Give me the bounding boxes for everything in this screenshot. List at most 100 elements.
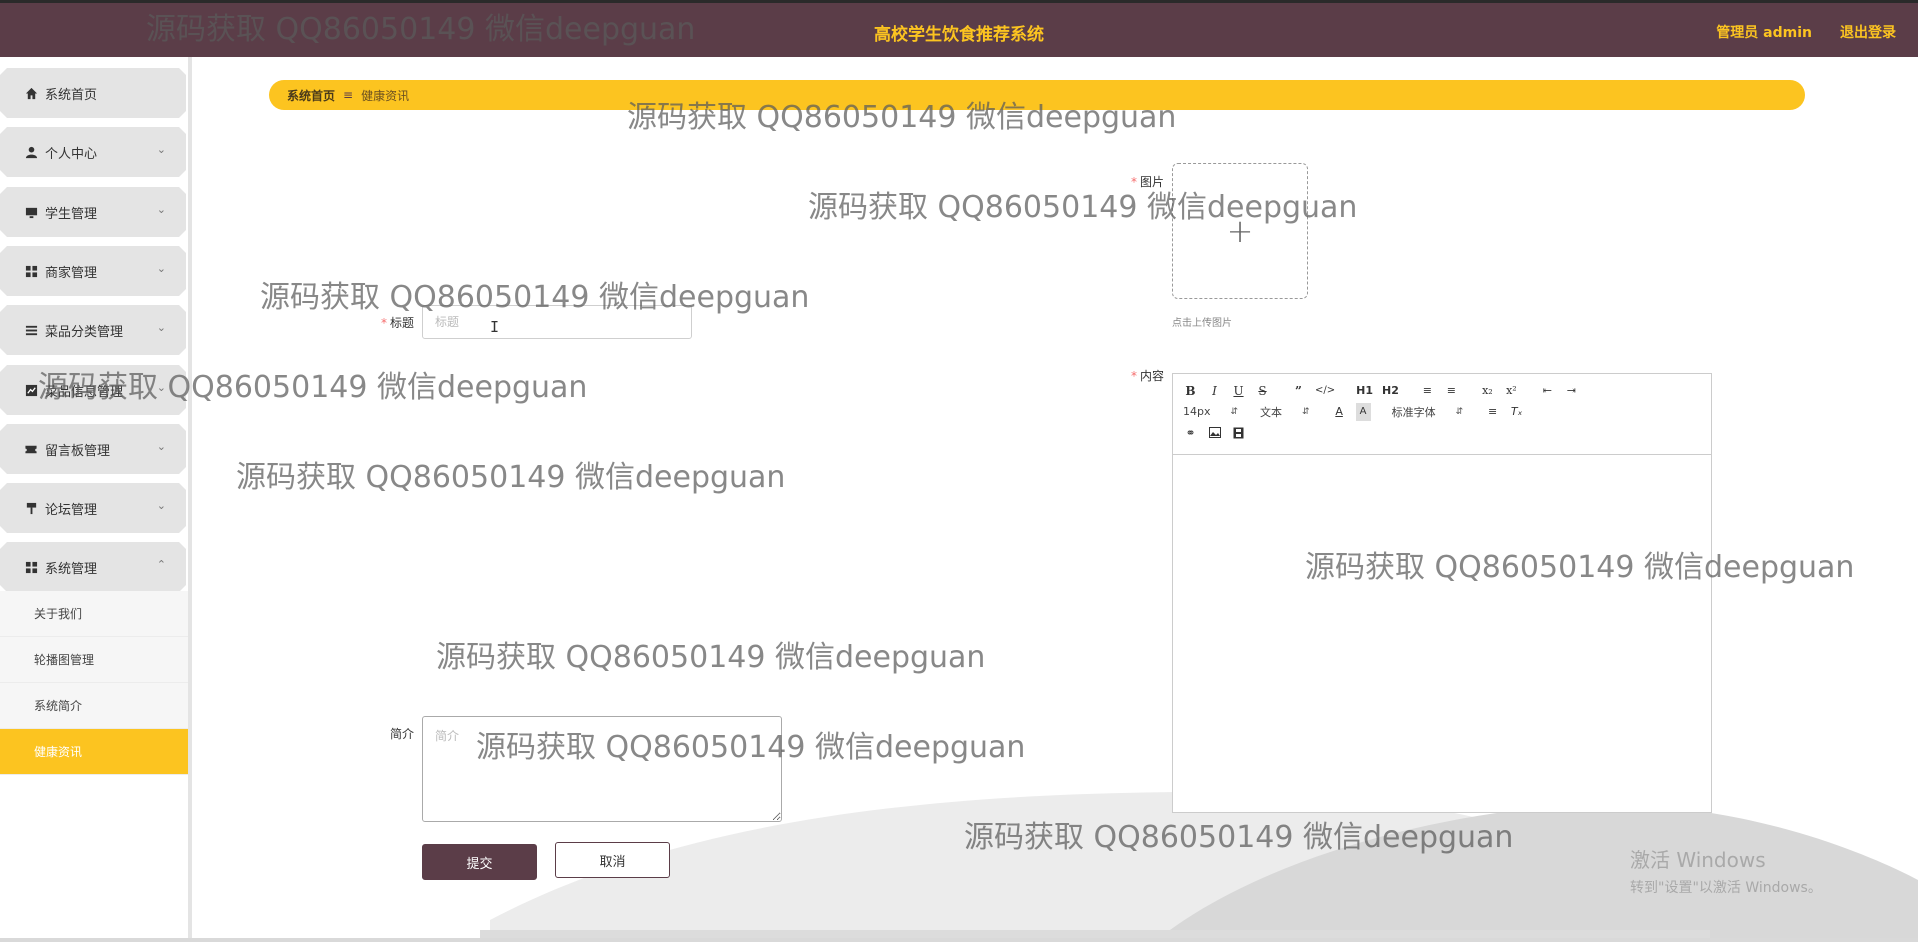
paragraph-select[interactable]: 文本 ⇵ [1260,404,1310,420]
header-actions: 管理员 admin 退出登录 [1716,22,1896,42]
sidebar: 系统首页 个人中心 ⌄ 学生管理 ⌄ 商家管理 ⌄ 菜品分类管理 ⌄ 菜品信息管… [0,57,192,942]
sidebar-subitem-system-intro[interactable]: 系统简介 [0,683,188,729]
image-label: * 图片 [1130,175,1164,189]
sidebar-item-home[interactable]: 系统首页 [0,68,186,118]
sidebar-item-forum[interactable]: 论坛管理 ⌄ [0,483,186,533]
sidebar-item-merchants[interactable]: 商家管理 ⌄ [0,246,186,296]
editor-content-area[interactable] [1173,455,1711,812]
subscript-icon[interactable]: x₂ [1480,382,1495,400]
windows-activation-subtitle: 转到"设置"以激活 Windows。 [1630,880,1822,896]
rich-text-editor: B I U S ” </> H1 H2 ≡ ≡ x₂ x² ⇤ ⇥ 14px ⇵ … [1172,373,1712,813]
sidebar-item-students[interactable]: 学生管理 ⌄ [0,187,186,237]
breadcrumb: 系统首页 ≡ 健康资讯 [269,80,1805,110]
indent-icon[interactable]: ⇥ [1564,382,1579,400]
sidebar-item-label: 系统管理 [45,561,98,577]
sidebar-item-dish-categories[interactable]: 菜品分类管理 ⌄ [0,305,186,355]
blockquote-icon[interactable]: ” [1291,382,1306,400]
italic-icon[interactable]: I [1207,382,1222,400]
clear-format-icon[interactable]: Tₓ [1509,403,1524,421]
select-arrows-icon: ⇵ [1230,406,1239,417]
menu-icon: ≡ [343,88,354,102]
sidebar-subitem-label: 系统简介 [34,699,83,713]
sidebar-subitem-label: 轮播图管理 [34,653,95,667]
chevron-down-icon: ⌄ [156,143,166,156]
chevron-down-icon: ⌄ [156,440,166,453]
home-icon [24,86,38,100]
monitor-icon [24,205,38,219]
sidebar-subitem-label: 关于我们 [34,607,83,621]
grid-icon [24,264,38,278]
chevron-down-icon: ⌄ [156,203,166,216]
bullet-list-icon[interactable]: ≡ [1444,382,1459,400]
select-arrows-icon: ⇵ [1455,406,1464,417]
chevron-down-icon: ⌄ [156,499,166,512]
windows-activation-title: 激活 Windows [1630,848,1766,872]
sidebar-subitem-carousel[interactable]: 轮播图管理 [0,637,188,683]
text-cursor-icon: I [490,318,500,336]
superscript-icon[interactable]: x² [1504,382,1519,400]
sidebar-item-label: 学生管理 [45,206,98,222]
image-upload-button[interactable]: + [1172,163,1308,299]
windows-activation-notice: 激活 Windows 转到"设置"以激活 Windows。 [1630,844,1822,897]
font-size-select[interactable]: 14px ⇵ [1183,405,1238,418]
intro-textarea[interactable] [422,716,782,822]
header1-icon[interactable]: H1 [1356,382,1373,400]
breadcrumb-current: 健康资讯 [361,88,410,103]
sidebar-item-system[interactable]: 系统管理 ⌃ [0,542,186,592]
list-icon [24,323,38,337]
chevron-up-icon: ⌃ [156,558,166,571]
watermark: 源码获取 QQ86050149 微信deepguan [964,820,1514,855]
plus-icon: + [1226,212,1254,250]
strikethrough-icon[interactable]: S [1255,382,1270,400]
bold-icon[interactable]: B [1183,382,1198,400]
sidebar-item-label: 商家管理 [45,265,98,281]
font-family-select[interactable]: 标准字体 ⇵ [1392,404,1464,420]
align-icon[interactable]: ≡ [1485,403,1500,421]
chevron-down-icon: ⌄ [156,381,166,394]
app-title: 高校学生饮食推荐系统 [874,25,1044,45]
sidebar-item-dish-info[interactable]: 菜品信息管理 ⌄ [0,365,186,415]
cancel-button[interactable]: 取消 [555,842,670,878]
title-input[interactable] [422,305,692,339]
font-color-icon[interactable]: A [1332,403,1347,421]
background-color-icon[interactable]: A [1355,402,1371,421]
sidebar-item-label: 系统首页 [45,87,98,103]
title-label: * 标题 [380,316,414,330]
header2-icon[interactable]: H2 [1382,382,1399,400]
sidebar-item-label: 菜品信息管理 [45,384,124,400]
select-arrows-icon: ⇵ [1302,406,1310,417]
code-block-icon[interactable]: </> [1315,382,1335,400]
sidebar-item-label: 论坛管理 [45,502,98,518]
watermark: 源码获取 QQ86050149 微信deepguan [236,460,786,495]
video-icon[interactable] [1231,424,1246,442]
sidebar-item-message-board[interactable]: 留言板管理 ⌄ [0,424,186,474]
sidebar-subitem-label: 健康资讯 [34,745,83,759]
underline-icon[interactable]: U [1231,382,1246,400]
sidebar-item-profile[interactable]: 个人中心 ⌄ [0,127,186,177]
sidebar-item-label: 菜品分类管理 [45,324,124,340]
submit-button[interactable]: 提交 [422,844,537,880]
top-header: 高校学生饮食推荐系统 管理员 admin 退出登录 [0,0,1918,57]
chevron-down-icon: ⌄ [156,262,166,275]
admin-user-link[interactable]: 管理员 admin [1716,22,1812,42]
sidebar-item-label: 留言板管理 [45,443,111,459]
grid-icon [24,560,38,574]
chevron-down-icon: ⌄ [156,321,166,334]
sidebar-subitem-health-news[interactable]: 健康资讯 [0,729,188,775]
editor-toolbar: B I U S ” </> H1 H2 ≡ ≡ x₂ x² ⇤ ⇥ 14px ⇵ … [1173,374,1711,455]
sidebar-subitem-about[interactable]: 关于我们 [0,591,188,637]
chart-icon [24,383,38,397]
image-icon[interactable] [1207,424,1222,442]
ticket-icon [24,442,38,456]
outdent-icon[interactable]: ⇤ [1540,382,1555,400]
upload-hint: 点击上传图片 [1172,318,1232,329]
bottom-scrollbar-track [0,938,1918,942]
intro-label: 简介 [389,727,414,741]
ordered-list-icon[interactable]: ≡ [1420,382,1435,400]
link-icon[interactable]: ⚭ [1183,424,1198,442]
breadcrumb-home-link[interactable]: 系统首页 [287,87,335,104]
user-icon [24,145,38,159]
logout-link[interactable]: 退出登录 [1840,22,1896,42]
watermark: 源码获取 QQ86050149 微信deepguan [436,640,986,675]
sidebar-item-label: 个人中心 [45,146,98,162]
